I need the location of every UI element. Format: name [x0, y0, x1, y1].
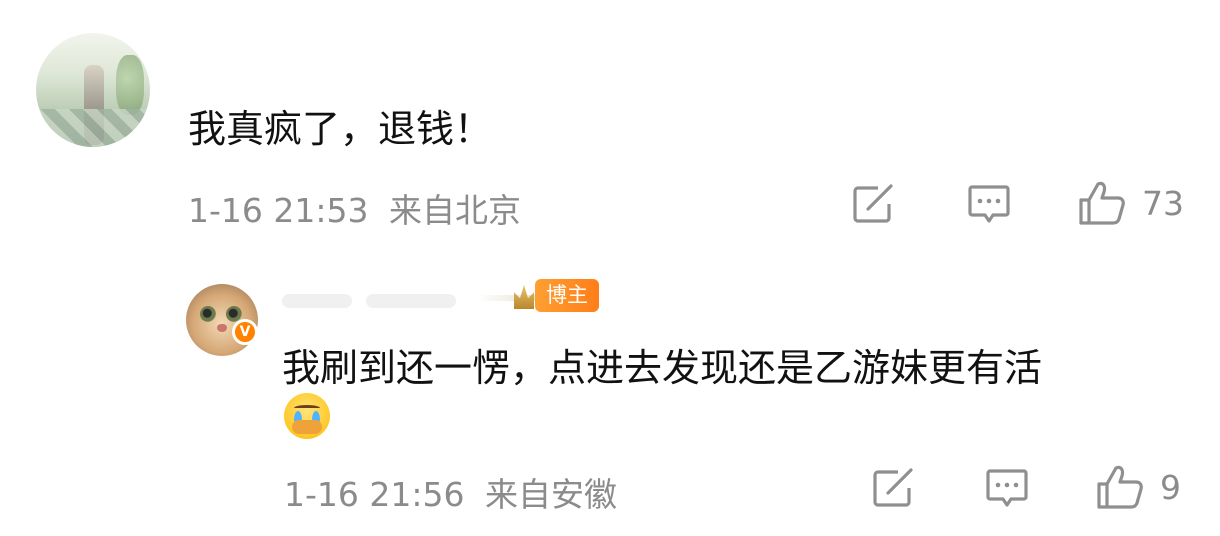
crying-emoji-icon — [284, 393, 330, 439]
commenter-avatar[interactable] — [36, 33, 150, 147]
reply-location: 来自安徽 — [485, 475, 617, 514]
comment-icon[interactable] — [986, 468, 1028, 508]
comment-location: 来自北京 — [389, 191, 521, 230]
comment-text: 我真疯了，退钱！ — [188, 107, 493, 151]
share-icon[interactable] — [872, 468, 916, 508]
like-count: 73 — [1142, 184, 1184, 223]
avatar-floor — [36, 109, 150, 147]
like-count: 9 — [1160, 468, 1181, 507]
reply-time: 1-16 21:56 — [284, 475, 465, 514]
reply-avatar[interactable]: V — [186, 284, 258, 356]
username-blurred[interactable] — [282, 280, 462, 314]
author-badge: 博主 — [535, 279, 599, 312]
comment-icon[interactable] — [968, 184, 1010, 224]
verified-v-icon: V — [232, 319, 258, 345]
like-icon[interactable] — [1096, 464, 1144, 510]
share-icon[interactable] — [852, 184, 896, 224]
comment-meta: 1-16 21:53 来自北京 — [188, 184, 521, 232]
crown-badge-icon — [478, 283, 536, 311]
reply-text: 我刷到还一愣，点进去发现还是乙游妹更有活 — [282, 346, 1043, 390]
like-icon[interactable] — [1078, 180, 1126, 226]
avatar-decoration — [116, 55, 144, 115]
comment-time: 1-16 21:53 — [188, 191, 369, 230]
reply-meta: 1-16 21:56 来自安徽 — [284, 468, 617, 516]
cat-eye — [200, 306, 216, 322]
cat-nose — [217, 324, 227, 332]
